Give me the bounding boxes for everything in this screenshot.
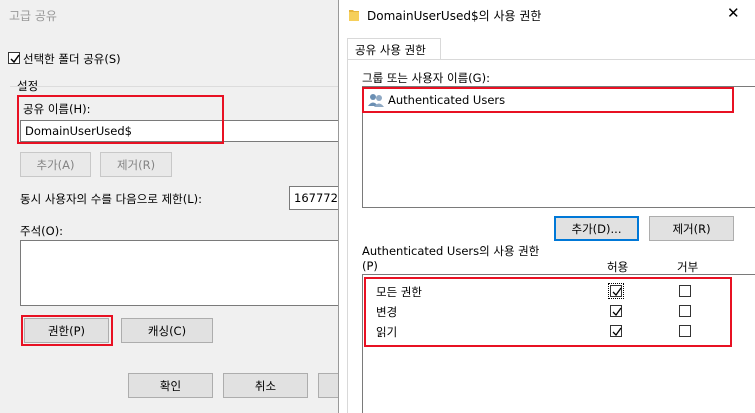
cancel-button[interactable]: 취소 (223, 373, 308, 398)
share-folder-label: 선택한 폴더 공유(S) (23, 52, 121, 66)
highlight-permissions (364, 277, 732, 347)
remove-button[interactable]: 제거(R) (100, 152, 172, 177)
folder-icon (349, 10, 359, 21)
advanced-sharing-dialog: 고급 공유 선택한 폴더 공유(S) 설정 공유 이름(H): DomainUs… (0, 0, 340, 413)
highlight-permissions-button (21, 315, 113, 346)
ok-button[interactable]: 확인 (128, 373, 213, 398)
allow-header: 허용 (607, 260, 629, 274)
caching-button[interactable]: 캐싱(C) (121, 318, 213, 343)
user-limit-value: 167772 (294, 191, 338, 205)
comment-label: 주석(O): (20, 224, 64, 238)
user-limit-input[interactable]: 167772 (289, 186, 340, 210)
tab-share-permissions[interactable]: 공유 사용 권한 (347, 38, 441, 60)
highlight-share-name (17, 95, 224, 144)
share-permissions-dialog: DomainUserUsed$의 사용 권한 ✕ 공유 사용 권한 그룹 또는 … (338, 0, 755, 413)
apply-button-partial[interactable] (318, 373, 340, 398)
comment-input[interactable] (20, 240, 340, 306)
user-limit-label: 동시 사용자의 수를 다음으로 제한(L): (20, 192, 202, 206)
dialog-title: DomainUserUsed$의 사용 권한 (367, 9, 542, 23)
close-icon[interactable]: ✕ (727, 4, 740, 22)
highlight-user (362, 87, 734, 113)
group-divider (10, 86, 340, 87)
share-folder-checkbox[interactable] (8, 52, 20, 64)
permissions-header: Authenticated Users의 사용 권한 (362, 244, 540, 258)
tab-label: 공유 사용 권한 (355, 43, 426, 57)
permissions-header-accel: (P) (362, 259, 378, 273)
dialog-title: 고급 공유 (9, 9, 57, 23)
group-user-label: 그룹 또는 사용자 이름(G): (362, 71, 490, 85)
checkmark-icon (10, 54, 20, 64)
remove-user-button[interactable]: 제거(R) (649, 216, 734, 241)
add-user-button[interactable]: 추가(D)... (554, 216, 639, 241)
add-button[interactable]: 추가(A) (20, 152, 91, 177)
deny-header: 거부 (677, 260, 699, 274)
